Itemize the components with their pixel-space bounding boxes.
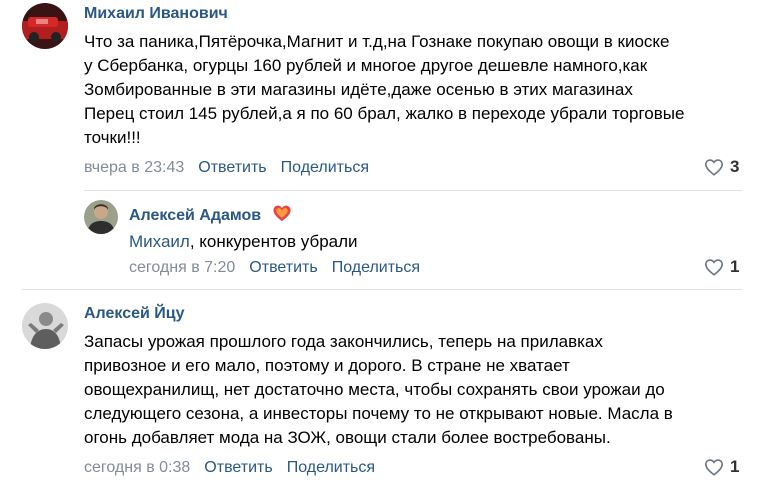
reply-button[interactable]: Ответить: [198, 159, 266, 176]
comment-author[interactable]: Михаил Иванович: [84, 4, 228, 24]
comment-meta: вчера в 23:43 Ответить Поделиться: [84, 158, 369, 178]
reply-author[interactable]: Алексей Адамов: [129, 204, 292, 228]
divider: [84, 190, 742, 191]
heart-badge-icon: [272, 204, 292, 228]
comment-text: Что за паника,Пятёрочка,Магнит и т.д,на …: [84, 30, 744, 150]
reply-meta: сегодня в 7:20 Ответить Поделиться: [129, 258, 420, 278]
reply-text-body: , конкурентов убрали: [189, 232, 358, 251]
heart-outline-icon: [704, 458, 724, 476]
comment-text-line: точки!!!: [84, 128, 141, 147]
like-button[interactable]: 1: [704, 257, 739, 277]
comment-text-line: Что за паника,Пятёрочка,Магнит и т.д,на …: [84, 32, 670, 51]
comment-text-line: Запасы урожая прошлого года закончились,…: [84, 332, 603, 351]
like-count: 1: [730, 257, 740, 276]
comment-text-line: Зомбированные в эти магазины идёте,даже …: [84, 80, 633, 99]
like-button[interactable]: 3: [704, 157, 739, 177]
comment-text-line: у Сбербанка, огурцы 160 рублей и многое …: [84, 56, 648, 75]
comment-text: Запасы урожая прошлого года закончились,…: [84, 330, 744, 450]
comment-author[interactable]: Алексей Йцу: [84, 304, 185, 324]
comment-text-line: овощехранилищ, нет достаточно места, что…: [84, 380, 665, 399]
mention-link[interactable]: Михаил: [129, 232, 190, 251]
like-button[interactable]: 1: [704, 457, 739, 477]
comment-text-line: привозное и его мало, поэтому и дорого. …: [84, 356, 570, 375]
heart-outline-icon: [704, 258, 724, 276]
like-count: 3: [730, 157, 740, 176]
like-count: 1: [730, 457, 740, 476]
avatar[interactable]: [22, 3, 68, 49]
share-button[interactable]: Поделиться: [332, 259, 420, 276]
heart-outline-icon: [704, 158, 724, 176]
reply-timestamp[interactable]: сегодня в 7:20: [129, 259, 235, 276]
reply-text: Михаил, конкурентов убрали: [129, 230, 358, 254]
comment-text-line: огонь добавляет мода на ЗОЖ, овощи стали…: [84, 428, 611, 447]
avatar[interactable]: [22, 303, 68, 349]
reply-author-name[interactable]: Алексей Адамов: [129, 207, 261, 224]
comment-text-line: следующего сезона, а инвесторы почему то…: [84, 404, 673, 423]
avatar[interactable]: [84, 200, 118, 234]
share-button[interactable]: Поделиться: [287, 459, 375, 476]
reply-button[interactable]: Ответить: [249, 259, 317, 276]
reply-button[interactable]: Ответить: [204, 459, 272, 476]
comment-text-line: Перец стоил 145 рублей,а я по 60 брал, ж…: [84, 104, 685, 123]
comment-timestamp[interactable]: сегодня в 0:38: [84, 459, 190, 476]
comment-timestamp[interactable]: вчера в 23:43: [84, 159, 184, 176]
share-button[interactable]: Поделиться: [281, 159, 369, 176]
comment-meta: сегодня в 0:38 Ответить Поделиться: [84, 458, 375, 478]
divider: [22, 289, 742, 290]
